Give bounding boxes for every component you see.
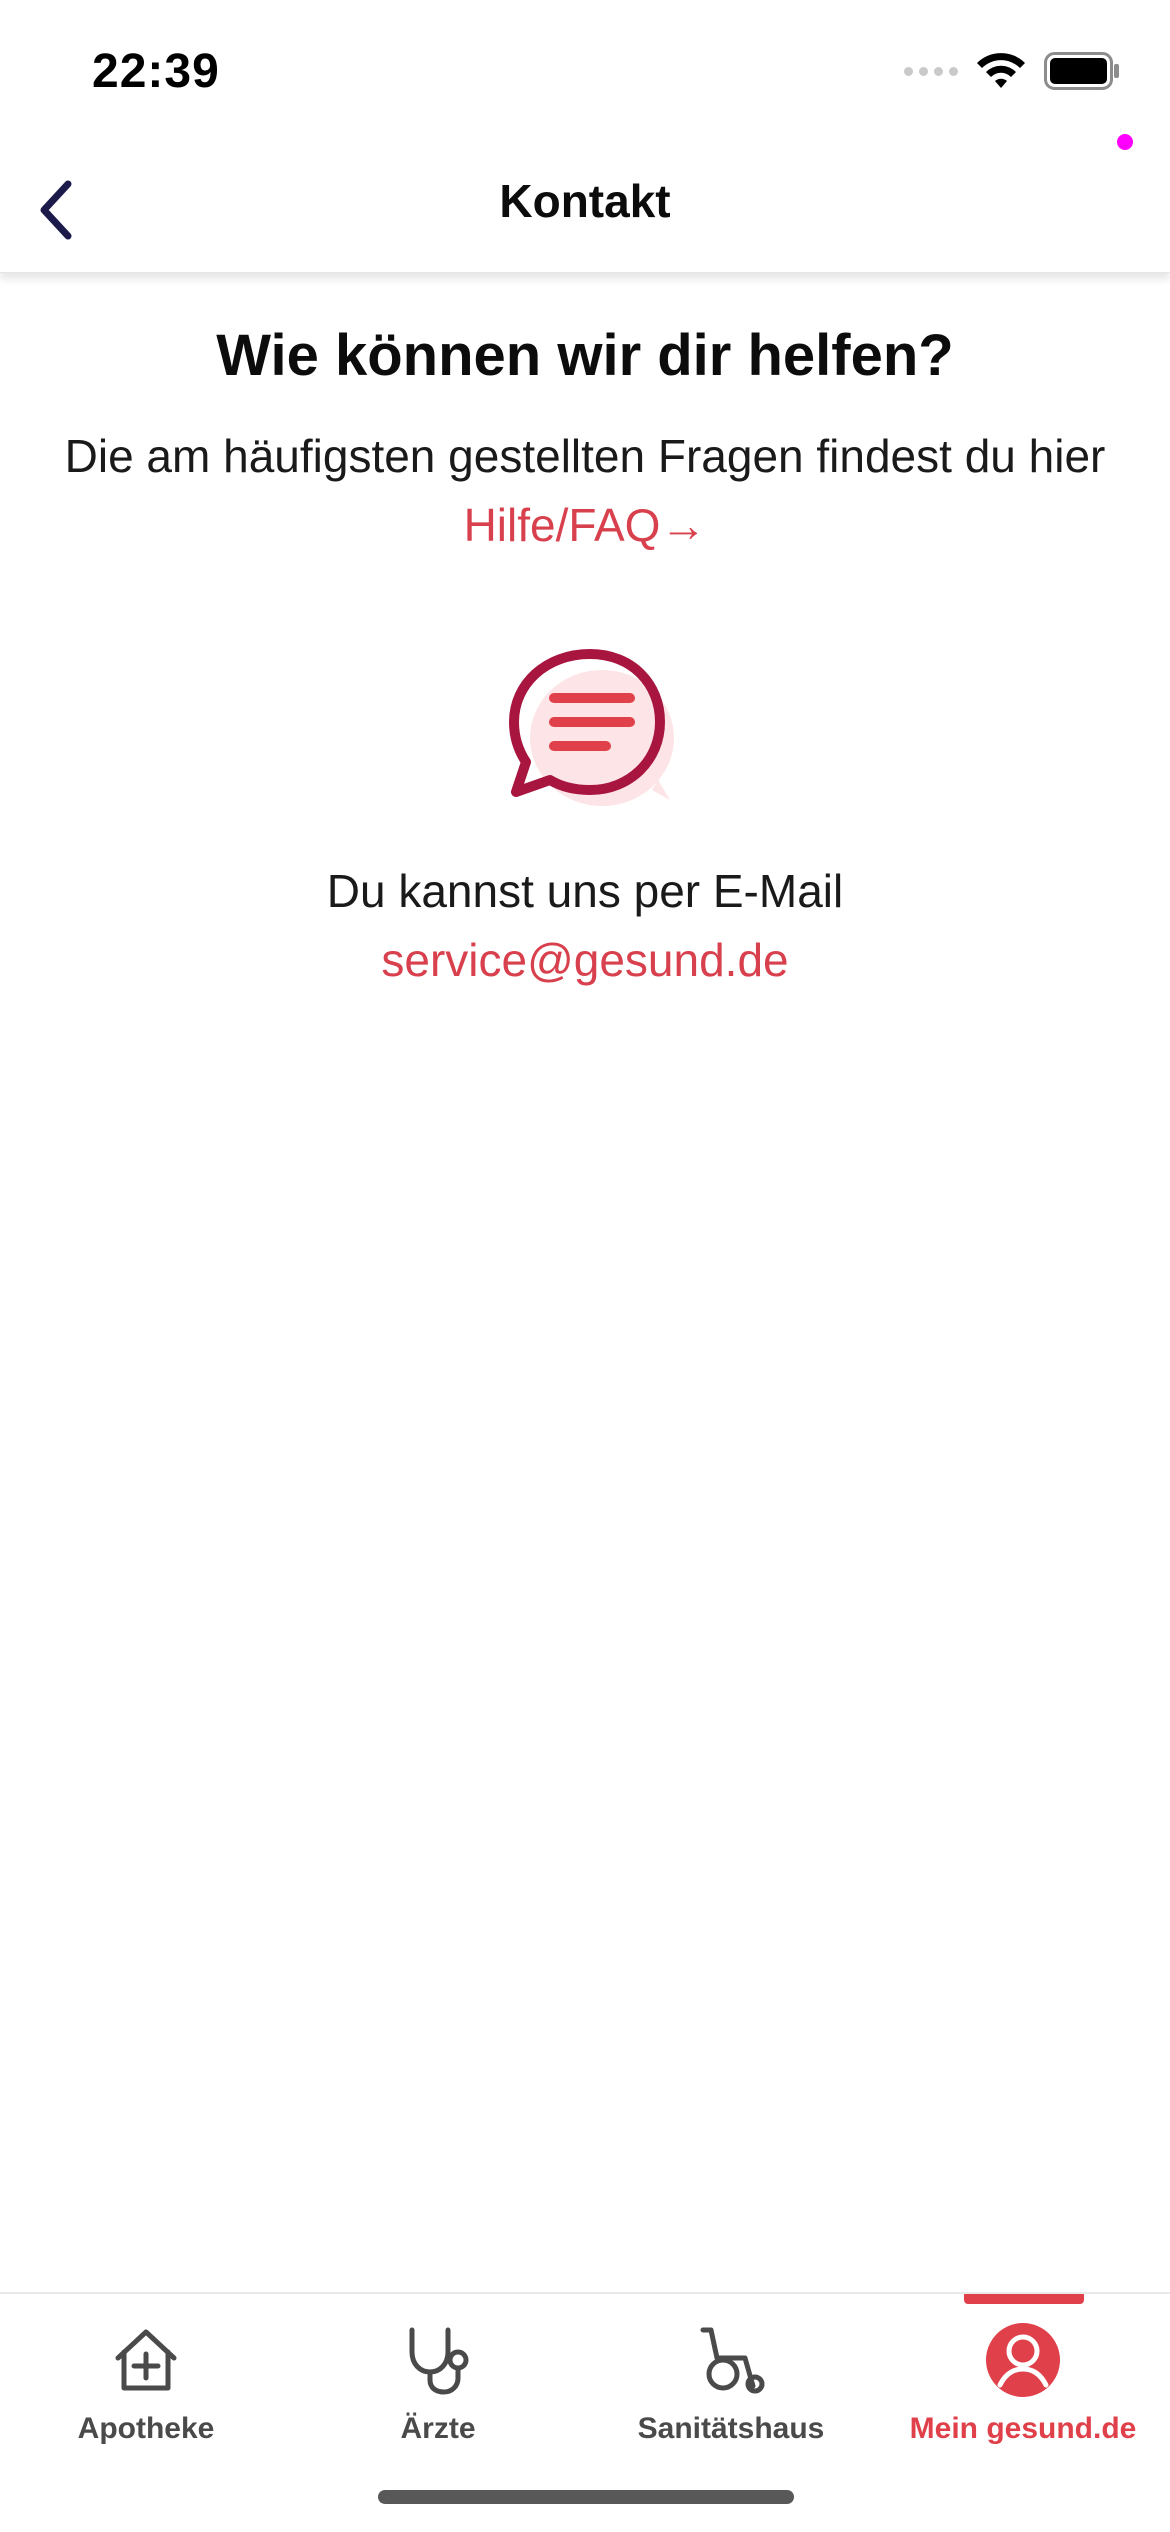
faq-text: Die am häufigsten gestellten Fragen find… xyxy=(64,430,1106,482)
pharmacy-house-icon xyxy=(106,2320,186,2400)
faq-paragraph: Die am häufigsten gestellten Fragen find… xyxy=(60,422,1110,560)
cellular-signal-icon xyxy=(904,66,958,76)
tab-label-mein-gesund: Mein gesund.de xyxy=(909,2412,1137,2445)
status-bar: 22:39 xyxy=(0,0,1170,150)
status-icons xyxy=(904,52,1120,90)
screen: 22:39 Kontakt Wie können wir dir helfen?… xyxy=(0,0,1170,2532)
help-headline: Wie können wir dir helfen? xyxy=(216,323,954,388)
nav-header: Kontakt xyxy=(0,150,1170,273)
page-title: Kontakt xyxy=(499,175,671,227)
email-paragraph: Du kannst uns per E-Mail service@gesund.… xyxy=(60,857,1110,995)
tab-label-apotheke: Apotheke xyxy=(77,2412,215,2445)
recording-indicator xyxy=(1117,134,1133,150)
wifi-icon xyxy=(977,53,1025,88)
battery-icon xyxy=(1044,52,1119,90)
tab-apotheke[interactable]: Apotheke xyxy=(0,2294,292,2484)
wheelchair-icon xyxy=(691,2320,771,2400)
tab-label-aerzte: Ärzte xyxy=(400,2412,476,2445)
home-indicator xyxy=(378,2490,794,2504)
tab-sanitaetshaus[interactable]: Sanitätshaus xyxy=(585,2294,877,2484)
email-link[interactable]: service@gesund.de xyxy=(381,934,788,986)
email-text: Du kannst uns per E-Mail xyxy=(326,865,844,917)
faq-link[interactable]: Hilfe/FAQ→ xyxy=(464,499,707,551)
tab-label-sanitaetshaus: Sanitätshaus xyxy=(637,2412,825,2445)
status-time: 22:39 xyxy=(92,45,220,98)
profile-icon xyxy=(983,2320,1063,2400)
stethoscope-icon xyxy=(398,2320,478,2400)
tab-mein-gesund[interactable]: Mein gesund.de xyxy=(877,2294,1169,2484)
chat-bubble-icon xyxy=(509,649,674,806)
tab-aerzte[interactable]: Ärzte xyxy=(292,2294,584,2484)
